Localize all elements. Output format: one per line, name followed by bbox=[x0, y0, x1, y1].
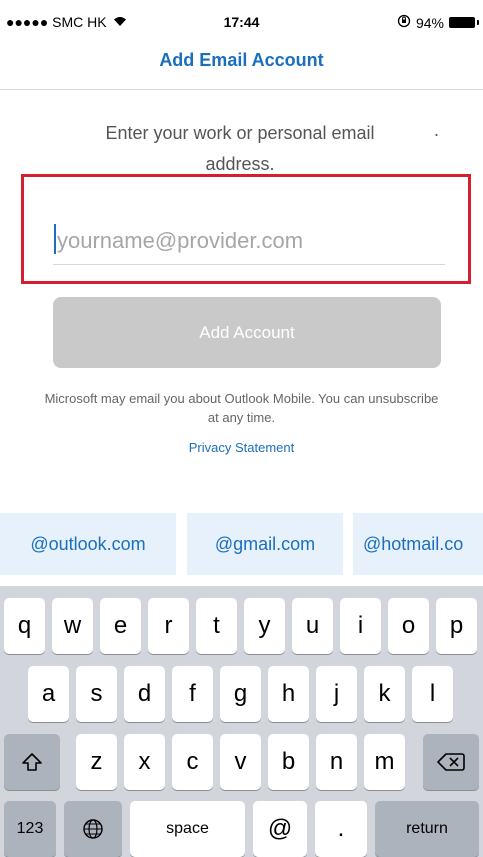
key-s[interactable]: s bbox=[76, 666, 117, 722]
key-n[interactable]: n bbox=[316, 734, 357, 790]
space-key[interactable]: space bbox=[130, 801, 245, 857]
key-t[interactable]: t bbox=[196, 598, 237, 654]
instruction-text: Enter your work or personal email addres… bbox=[105, 123, 375, 174]
key-i[interactable]: i bbox=[340, 598, 381, 654]
key-a[interactable]: a bbox=[28, 666, 69, 722]
suggestion-gmail[interactable]: @gmail.com bbox=[187, 513, 343, 575]
text-cursor bbox=[54, 224, 56, 254]
numbers-key[interactable]: 123 bbox=[4, 801, 56, 857]
key-f[interactable]: f bbox=[172, 666, 213, 722]
domain-suggestions-bar: @outlook.com @gmail.com @hotmail.co bbox=[0, 513, 483, 575]
at-key[interactable]: @ bbox=[253, 801, 307, 857]
add-account-button[interactable]: Add Account bbox=[53, 297, 441, 368]
dot-key[interactable]: . bbox=[315, 801, 367, 857]
key-j[interactable]: j bbox=[316, 666, 357, 722]
key-e[interactable]: e bbox=[100, 598, 141, 654]
disclaimer-text: Microsoft may email you about Outlook Mo… bbox=[44, 391, 439, 425]
instruction-dot: . bbox=[434, 120, 440, 140]
battery-percent: 94% bbox=[415, 14, 444, 31]
email-input[interactable] bbox=[53, 218, 445, 265]
key-w[interactable]: w bbox=[52, 598, 93, 654]
carrier-label: ●●●●● SMC HK bbox=[6, 14, 107, 30]
return-key[interactable]: return bbox=[375, 801, 479, 857]
key-q[interactable]: q bbox=[4, 598, 45, 654]
key-h[interactable]: h bbox=[268, 666, 309, 722]
key-g[interactable]: g bbox=[220, 666, 261, 722]
globe-icon bbox=[83, 819, 103, 839]
privacy-statement-link[interactable]: Privacy Statement bbox=[0, 440, 483, 455]
key-u[interactable]: u bbox=[292, 598, 333, 654]
key-o[interactable]: o bbox=[388, 598, 429, 654]
key-z[interactable]: z bbox=[76, 734, 117, 790]
suggestion-hotmail[interactable]: @hotmail.co bbox=[353, 513, 483, 575]
battery-info: 94% bbox=[397, 14, 479, 31]
key-l[interactable]: l bbox=[412, 666, 453, 722]
key-y[interactable]: y bbox=[244, 598, 285, 654]
orientation-lock-icon bbox=[397, 14, 411, 31]
shift-key[interactable] bbox=[4, 734, 60, 790]
backspace-icon bbox=[437, 753, 465, 771]
key-p[interactable]: p bbox=[436, 598, 477, 654]
nav-divider bbox=[0, 89, 483, 90]
key-r[interactable]: r bbox=[148, 598, 189, 654]
suggestion-outlook[interactable]: @outlook.com bbox=[0, 513, 176, 575]
globe-key[interactable] bbox=[64, 801, 122, 857]
key-b[interactable]: b bbox=[268, 734, 309, 790]
key-v[interactable]: v bbox=[220, 734, 261, 790]
keyboard: q w e r t y u i o p a s d f g h j k l z … bbox=[0, 586, 483, 857]
wifi-icon bbox=[112, 14, 128, 30]
status-bar: ●●●●● SMC HK 17:44 94% bbox=[0, 0, 483, 42]
key-d[interactable]: d bbox=[124, 666, 165, 722]
page-title: Add Email Account bbox=[159, 50, 324, 70]
battery-icon bbox=[449, 17, 479, 28]
carrier-info: ●●●●● SMC HK bbox=[6, 14, 128, 30]
delete-key[interactable] bbox=[423, 734, 479, 790]
key-m[interactable]: m bbox=[364, 734, 405, 790]
key-x[interactable]: x bbox=[124, 734, 165, 790]
key-k[interactable]: k bbox=[364, 666, 405, 722]
key-c[interactable]: c bbox=[172, 734, 213, 790]
shift-icon bbox=[22, 753, 42, 771]
